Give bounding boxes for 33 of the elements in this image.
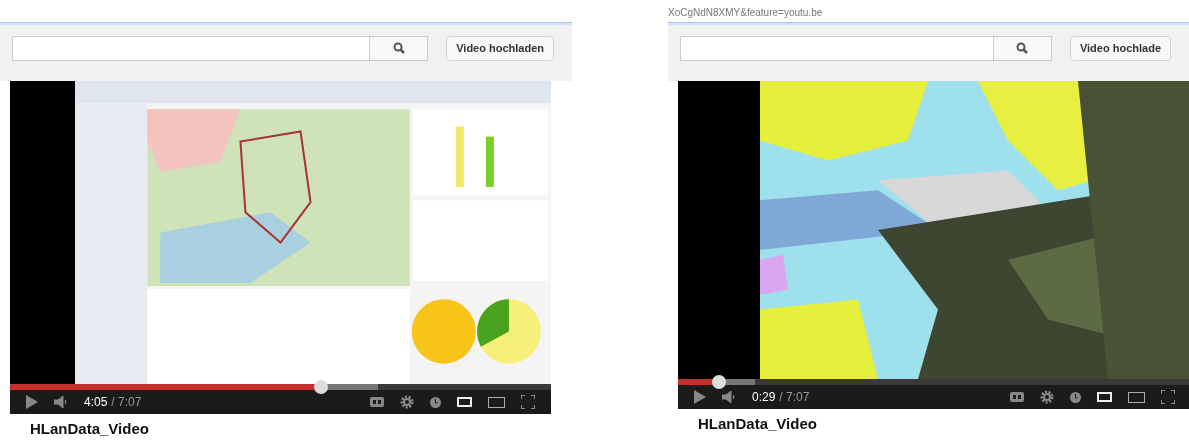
- clock-icon[interactable]: [1070, 391, 1081, 403]
- video-title: HLanData_Video: [30, 420, 150, 438]
- video-title: HLanData_Video: [698, 415, 818, 433]
- progress-handle[interactable]: [314, 380, 329, 394]
- volume-icon[interactable]: [54, 396, 68, 408]
- large-player-icon[interactable]: [488, 396, 505, 408]
- progress-handle[interactable]: [712, 375, 727, 389]
- small-player-icon[interactable]: [457, 397, 472, 407]
- settings-icon[interactable]: [1040, 390, 1054, 404]
- search-button[interactable]: [370, 35, 429, 61]
- fullscreen-icon[interactable]: [1161, 390, 1175, 404]
- total-time: / 7:07: [111, 394, 142, 411]
- fullscreen-icon[interactable]: [521, 395, 535, 409]
- search-icon: [392, 42, 405, 54]
- clock-icon[interactable]: [430, 396, 441, 408]
- captions-icon[interactable]: [1010, 392, 1024, 402]
- search-field[interactable]: [12, 35, 371, 61]
- play-icon[interactable]: [26, 395, 38, 409]
- settings-icon[interactable]: [400, 395, 414, 409]
- upload-button[interactable]: Video hochladen: [446, 35, 554, 61]
- volume-icon[interactable]: [722, 391, 736, 403]
- captions-icon[interactable]: [370, 397, 384, 407]
- upload-button[interactable]: Video hochlade: [1069, 35, 1171, 61]
- search-button[interactable]: [993, 35, 1052, 61]
- total-time: / 7:07: [779, 389, 810, 406]
- search-icon: [1016, 42, 1029, 54]
- current-time: 4:05: [84, 394, 108, 411]
- search-field[interactable]: [680, 35, 994, 61]
- large-player-icon[interactable]: [1128, 391, 1145, 403]
- play-icon[interactable]: [694, 390, 706, 404]
- current-time: 0:29: [752, 389, 776, 406]
- small-player-icon[interactable]: [1097, 392, 1112, 402]
- url-text: XoCgNdN8XMY&feature=youtu.be: [668, 6, 823, 20]
